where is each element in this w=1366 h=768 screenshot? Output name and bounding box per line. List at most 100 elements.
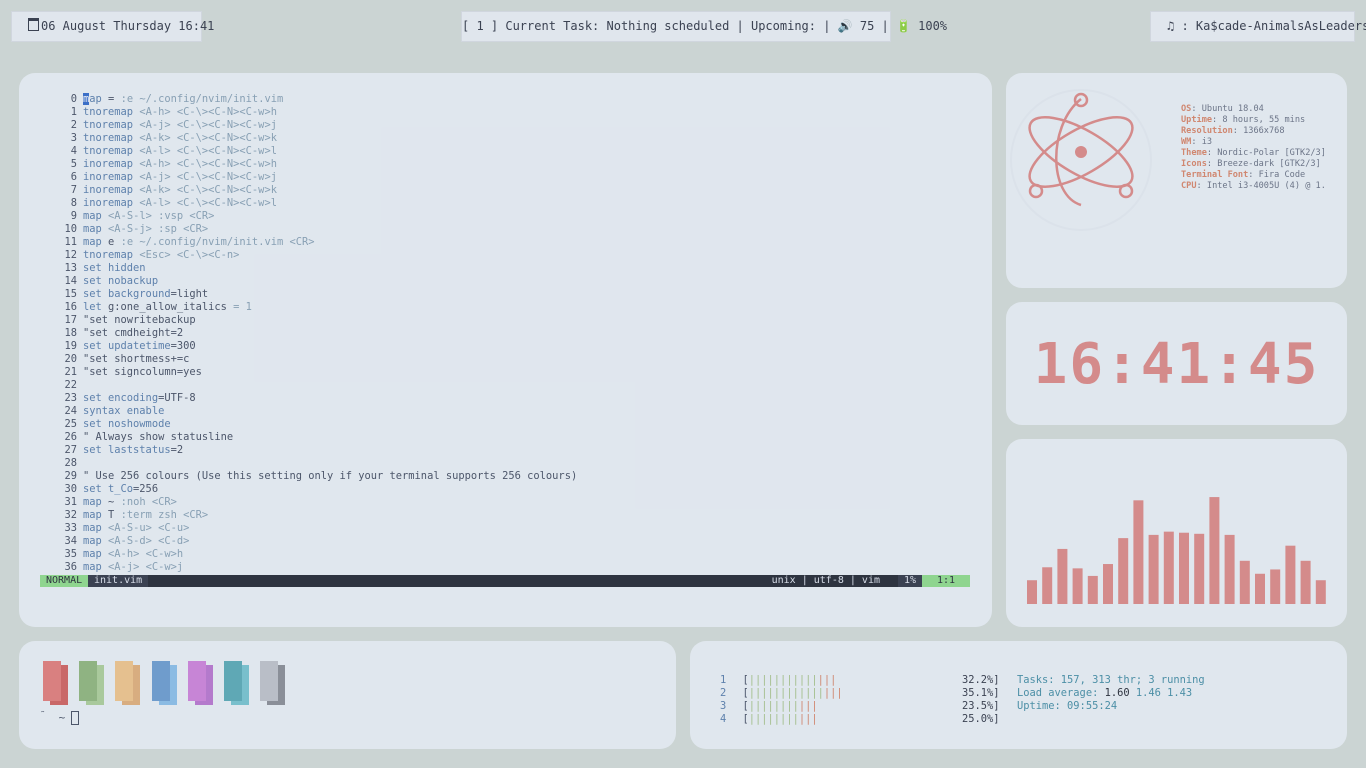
code-line[interactable]: 3 tnoremap <A-k> <C-\><C-N><C-w>k [59,132,989,145]
line-number: 23 [64,392,77,404]
code-buffer[interactable]: 0 map = :e ~/.config/nvim/init.vim 1 tnorem… [59,93,989,574]
visualizer-bar [1194,533,1205,604]
palette-swatch-front [151,661,170,701]
code-line[interactable]: 22 [59,379,989,392]
code-line[interactable]: 36 map <A-j> <C-w>j [59,561,989,574]
code-token: <C-\><C-N><C-w>j [176,171,277,183]
sysinfo-value: Intel i3-4005U (4) @ 1. [1206,181,1326,191]
line-number: 18 [64,327,77,339]
sysinfo-label: WM [1181,137,1192,147]
code-line[interactable]: 26 " Always show statusline [59,431,989,444]
code-line[interactable]: 34 map <A-S-d> <C-d> [59,535,989,548]
code-token: <A-h> [139,106,171,118]
line-number: 34 [64,535,77,547]
code-line[interactable]: 32 map T :term zsh <CR> [59,509,989,522]
statusline: NORMAL init.vim unix | utf-8 | vim 1% 1:… [40,575,970,587]
code-token: <A-S-l> [108,210,152,222]
line-number: 30 [64,483,77,495]
htop-window[interactable]: 1 [|||||||||||||| 32.2%] 2 [||||||||||||||… [690,641,1347,749]
code-line[interactable]: 14 set nobackup [59,275,989,288]
line-number: 9 [70,210,77,222]
sysinfo-colon: : [1248,170,1259,180]
terminal-cursor [71,711,80,725]
code-line[interactable]: 17 "set nowritebackup [59,314,989,327]
code-line[interactable]: 15 set background=light [59,288,989,301]
neovim-window[interactable]: 0 map = :e ~/.config/nvim/init.vim 1 tnorem… [19,73,992,627]
task-status-widget[interactable]: [ 1 ] Current Task: Nothing scheduled | … [461,11,947,42]
shell-prompt[interactable]: ˜ ~ [40,711,80,725]
code-token: <CR> [189,210,215,222]
code-token: <C-\><C-N><C-w>k [176,184,277,196]
cpu-percent: 23.5%] [962,700,1000,712]
line-number: 11 [64,236,77,248]
code-line[interactable]: 8 inoremap <A-l> <C-\><C-N><C-w>l [59,197,989,210]
code-token: <CR> [289,236,315,248]
code-line[interactable]: 24 syntax enable [59,405,989,418]
uptime-value: 09:55:24 [1067,700,1118,712]
visualizer-bar [1118,538,1129,604]
code-token: inoremap [83,158,134,170]
code-token: <CR> [151,496,177,508]
code-token: <C-d> [158,535,190,547]
code-token: tnoremap [83,106,134,118]
code-line[interactable]: 12 tnoremap <Esc> <C-\><C-n> [59,249,989,262]
code-line[interactable]: 11 map e :e ~/.config/nvim/init.vim <CR> [59,236,989,249]
code-line[interactable]: 23 set encoding=UTF-8 [59,392,989,405]
code-line[interactable]: 29 " Use 256 colours (Use this setting on… [59,470,989,483]
code-line[interactable]: 13 set hidden [59,262,989,275]
terminal-window[interactable]: ˜ ~ [19,641,676,749]
visualizer-bar [1179,532,1189,604]
visualizer-bar [1255,573,1265,604]
code-line[interactable]: 27 set laststatus=2 [59,444,989,457]
visualizer-bar [1300,560,1311,604]
code-line[interactable]: 20 "set shortmess+=c [59,353,989,366]
code-line[interactable]: 1 tnoremap <A-h> <C-\><C-N><C-w>h [59,106,989,119]
code-token: <C-\><C-N><C-w>k [176,132,277,144]
sysinfo-label: Uptime [1181,115,1213,125]
cpu-number: 2 [720,687,727,699]
file-info: unix | utf-8 | vim [771,575,880,586]
code-line[interactable]: 16 let g:one_allow_italics = 1 [59,301,989,314]
code-line[interactable]: 0 map = :e ~/.config/nvim/init.vim [59,93,989,106]
date-time-widget[interactable]: 06 August Thursday 16:41 [11,11,214,42]
line-number: 31 [64,496,77,508]
cpu-usage-system: ||| [798,700,818,712]
code-line[interactable]: 19 set updatetime=300 [59,340,989,353]
code-line[interactable]: 9 map <A-S-l> :vsp <CR> [59,210,989,223]
code-line[interactable]: 5 inoremap <A-h> <C-\><C-N><C-w>h [59,158,989,171]
code-line[interactable]: 35 map <A-h> <C-w>h [59,548,989,561]
code-token: "set cmdheight=2 [83,327,184,339]
code-line[interactable]: 4 tnoremap <A-l> <C-\><C-N><C-w>l [59,145,989,158]
code-token: :sp [158,223,177,235]
code-line[interactable]: 28 [59,457,989,470]
sysinfo-colon: : [1212,115,1223,125]
line-number: 5 [70,158,77,170]
line-number: 6 [70,171,77,183]
code-token: <A-j> [139,171,171,183]
code-token: ap [89,93,102,105]
code-line[interactable]: 25 set noshowmode [59,418,989,431]
code-line[interactable]: 6 inoremap <A-j> <C-\><C-N><C-w>j [59,171,989,184]
code-line[interactable]: 21 "set signcolumn=yes [59,366,989,379]
code-line[interactable]: 2 tnoremap <A-j> <C-\><C-N><C-w>j [59,119,989,132]
code-token: <C-w>j [145,561,184,573]
code-line[interactable]: 33 map <A-S-u> <C-u> [59,522,989,535]
sysinfo-colon: : [1232,126,1244,136]
code-token: <C-u> [158,522,190,534]
code-line[interactable]: 18 "set cmdheight=2 [59,327,989,340]
code-line[interactable]: 7 inoremap <A-k> <C-\><C-N><C-w>k [59,184,989,197]
line-number: 25 [64,418,77,430]
sysinfo-row: OS: Ubuntu 18.04 [1181,104,1326,115]
cpu-usage-user: |||||||| [748,713,799,725]
code-line[interactable]: 31 map ~ :noh <CR> [59,496,989,509]
cursor-position: 1:1 [922,575,970,587]
cpu-bracket: [ [730,713,749,725]
now-playing-widget[interactable]: ♫ : Ka$cade-AnimalsAsLeaders [1150,11,1366,42]
cpu-meter-row: 2 [||||||||||||||| 35.1%] [720,687,1020,700]
system-info-list: OS: Ubuntu 18.04 Uptime: 8 hours, 55 mins… [1181,104,1326,192]
code-token: g:one_allow_italics [101,301,234,313]
uptime-label: Uptime: [1017,700,1068,712]
code-line[interactable]: 30 set t_Co=256 [59,483,989,496]
code-line[interactable]: 10 map <A-S-j> :sp <CR> [59,223,989,236]
code-token: tnoremap [83,132,134,144]
